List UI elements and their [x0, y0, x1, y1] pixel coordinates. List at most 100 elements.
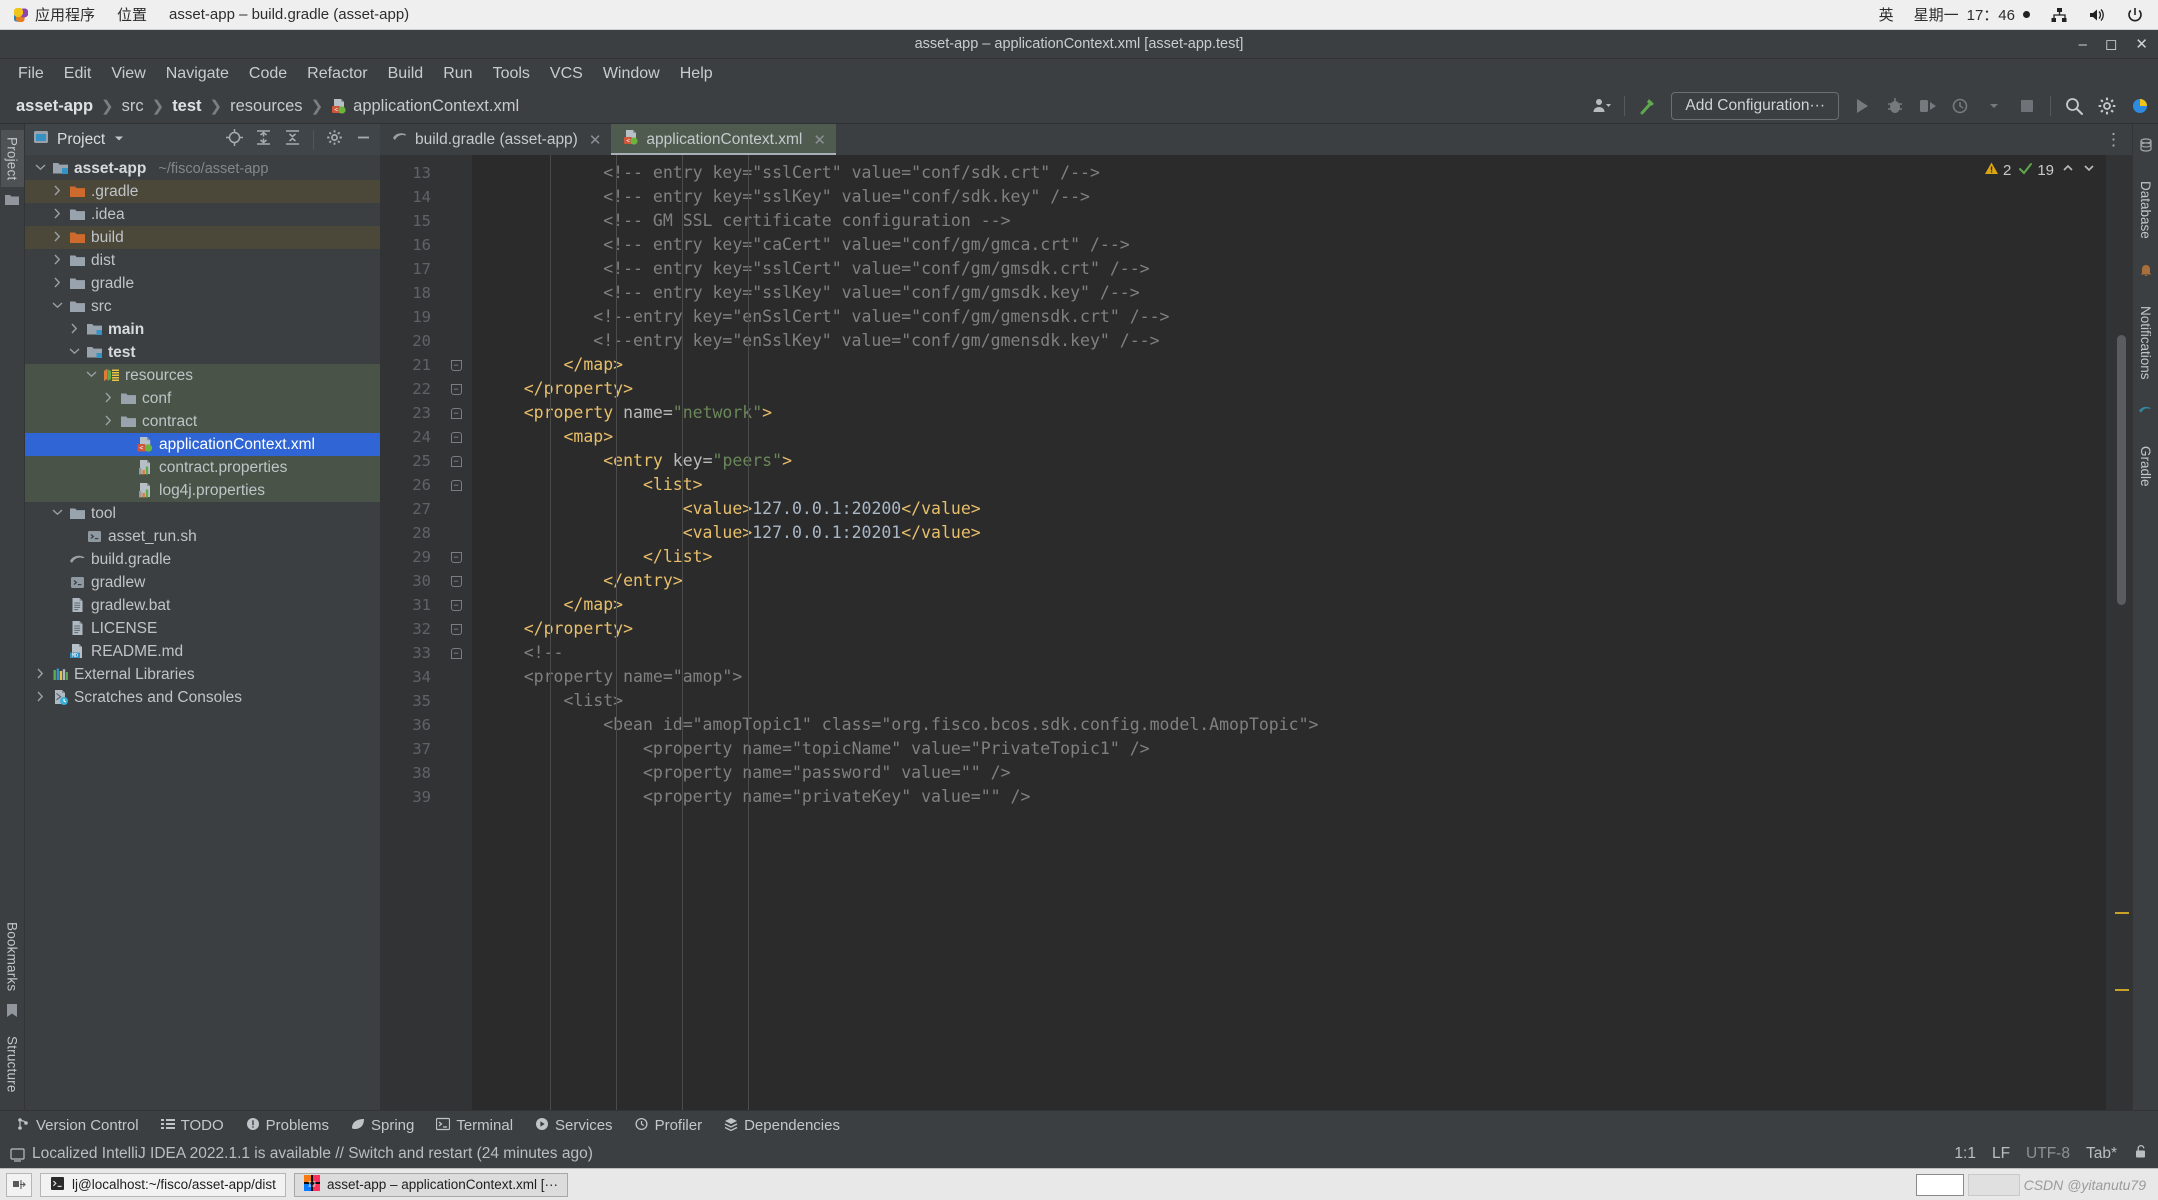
locate-icon[interactable]	[226, 128, 243, 151]
code-line[interactable]: <list>	[472, 689, 2106, 713]
breadcrumb-item-project[interactable]: asset-app	[10, 95, 99, 118]
network-icon[interactable]	[2050, 6, 2068, 24]
build-hammer-icon[interactable]	[1638, 96, 1658, 116]
marker-stripe[interactable]	[2115, 912, 2129, 914]
tree-item-applicationcontext-xml[interactable]: < applicationContext.xml	[25, 433, 380, 456]
code-line[interactable]: <list>	[472, 473, 2106, 497]
tree-item-tool[interactable]: tool	[25, 502, 380, 525]
code-line[interactable]: <property name="amop">	[472, 665, 2106, 689]
tree-item-build[interactable]: build	[25, 226, 380, 249]
menu-item-build[interactable]: Build	[378, 62, 434, 86]
caret-position[interactable]: 1:1	[1954, 1145, 1976, 1163]
power-icon[interactable]	[2126, 6, 2144, 24]
code-line[interactable]: <!-- entry key="sslKey" value="conf/gm/g…	[472, 281, 2106, 305]
line-number[interactable]: 32	[380, 617, 440, 641]
breadcrumb-item-resources[interactable]: resources	[224, 95, 308, 118]
tool-window-problems[interactable]: Problems	[246, 1117, 329, 1135]
code-fold-marker[interactable]: −	[440, 377, 472, 401]
code-line[interactable]: </property>	[472, 377, 2106, 401]
volume-icon[interactable]	[2088, 6, 2106, 24]
line-number[interactable]: 31	[380, 593, 440, 617]
menu-item-file[interactable]: File	[8, 62, 54, 86]
tree-item-log4j-properties[interactable]: log4j.properties	[25, 479, 380, 502]
code-fold-marker[interactable]: −	[440, 641, 472, 665]
line-number[interactable]: 22	[380, 377, 440, 401]
line-number[interactable]: 13	[380, 161, 440, 185]
menu-item-code[interactable]: Code	[239, 62, 297, 86]
line-number[interactable]: 29	[380, 545, 440, 569]
marker-stripe[interactable]	[2115, 989, 2129, 991]
code-line[interactable]: <!-- GM SSL certificate configuration --…	[472, 209, 2106, 233]
code-editor[interactable]: <!-- entry key="sslCert" value="conf/sdk…	[472, 155, 2106, 1110]
code-line[interactable]: <value>127.0.0.1:20200</value>	[472, 497, 2106, 521]
close-icon[interactable]: ✕	[589, 131, 602, 149]
line-number[interactable]: 27	[380, 497, 440, 521]
line-number[interactable]: 20	[380, 329, 440, 353]
breadcrumb-item-file[interactable]: < applicationContext.xml	[325, 95, 525, 118]
run-icon[interactable]	[1852, 96, 1872, 116]
line-number[interactable]: 15	[380, 209, 440, 233]
workspace-indicator[interactable]	[1967, 1173, 2020, 1196]
minimize-button[interactable]: –	[2079, 37, 2087, 52]
more-options-icon[interactable]: ⋮	[2105, 130, 2122, 150]
maximize-button[interactable]: ◻	[2105, 37, 2117, 52]
line-number[interactable]: 19	[380, 305, 440, 329]
chevron-right-icon[interactable]	[50, 185, 64, 199]
code-fold-marker[interactable]: −	[440, 353, 472, 377]
code-line[interactable]: <property name="privateKey" value="" />	[472, 785, 2106, 809]
line-number[interactable]: 21	[380, 353, 440, 377]
line-number[interactable]: 26	[380, 473, 440, 497]
sidebar-item-project[interactable]: Project	[0, 130, 24, 188]
line-number[interactable]: 38	[380, 761, 440, 785]
chevron-right-icon[interactable]	[50, 277, 64, 291]
menu-item-window[interactable]: Window	[593, 62, 670, 86]
line-number[interactable]: 34	[380, 665, 440, 689]
line-number[interactable]: 37	[380, 737, 440, 761]
inspection-status[interactable]: 2 19	[1973, 155, 2106, 185]
chevron-right-icon[interactable]	[101, 415, 115, 429]
code-line[interactable]: <value>127.0.0.1:20201</value>	[472, 521, 2106, 545]
line-number[interactable]: 30	[380, 569, 440, 593]
code-line[interactable]: </entry>	[472, 569, 2106, 593]
status-message[interactable]: Localized IntelliJ IDEA 2022.1.1 is avai…	[32, 1145, 593, 1163]
places-menu[interactable]: 位置	[117, 4, 147, 25]
tree-item-test[interactable]: test	[25, 341, 380, 364]
tree-item-contract-properties[interactable]: contract.properties	[25, 456, 380, 479]
tree-item-license[interactable]: LICENSE	[25, 617, 380, 640]
menu-item-tools[interactable]: Tools	[483, 62, 540, 86]
code-fold-marker[interactable]: −	[440, 545, 472, 569]
sidebar-item-structure[interactable]: Structure	[1, 1029, 24, 1100]
sidebar-item-database[interactable]: Database	[2135, 175, 2156, 245]
tool-window-dependencies[interactable]: Dependencies	[724, 1117, 840, 1135]
sidebar-item-notifications[interactable]: Notifications	[2135, 300, 2156, 386]
chevron-right-icon[interactable]	[33, 668, 47, 682]
code-line[interactable]: </list>	[472, 545, 2106, 569]
menu-item-run[interactable]: Run	[433, 62, 482, 86]
tree-item-scratches-and-consoles[interactable]: Scratches and Consoles	[25, 686, 380, 709]
code-line[interactable]: <!-- entry key="sslCert" value="conf/sdk…	[472, 161, 2106, 185]
code-line[interactable]: </map>	[472, 353, 2106, 377]
line-number[interactable]: 23	[380, 401, 440, 425]
code-line[interactable]: <entry key="peers">	[472, 449, 2106, 473]
expand-all-icon[interactable]	[255, 129, 272, 151]
chevron-right-icon[interactable]	[67, 323, 81, 337]
code-line[interactable]: <!-- entry key="sslKey" value="conf/sdk.…	[472, 185, 2106, 209]
line-number[interactable]: 39	[380, 785, 440, 809]
chevron-down-icon[interactable]	[113, 131, 125, 149]
code-line[interactable]: <!--	[472, 641, 2106, 665]
menu-item-view[interactable]: View	[101, 62, 155, 86]
tool-window-spring[interactable]: Spring	[351, 1117, 414, 1135]
line-number[interactable]: 17	[380, 257, 440, 281]
settings-gear-icon[interactable]	[326, 129, 343, 151]
tree-item-asset-run-sh[interactable]: asset_run.sh	[25, 525, 380, 548]
close-button[interactable]: ✕	[2135, 37, 2148, 52]
chevron-down-icon[interactable]	[1984, 96, 2004, 116]
code-line[interactable]: </property>	[472, 617, 2106, 641]
chevron-right-icon[interactable]	[50, 254, 64, 268]
line-number[interactable]: 35	[380, 689, 440, 713]
indent-setting[interactable]: Tab*	[2086, 1145, 2117, 1163]
line-number[interactable]: 16	[380, 233, 440, 257]
tree-item-resources[interactable]: resources	[25, 364, 380, 387]
tool-window-services[interactable]: Services	[535, 1117, 613, 1135]
tree-item-conf[interactable]: conf	[25, 387, 380, 410]
